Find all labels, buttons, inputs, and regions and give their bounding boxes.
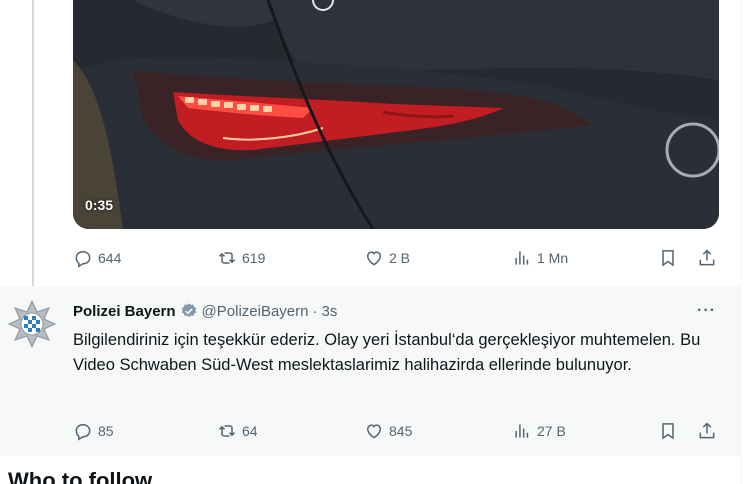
like-button[interactable]: 2 B [364,243,410,273]
timestamp[interactable]: 3s [322,303,338,320]
reply-count: 644 [98,250,122,266]
views-button[interactable]: 27 B [512,416,566,446]
more-options-icon[interactable]: ··· [697,302,716,320]
bookmark-button[interactable] [658,416,678,446]
column-divider [740,0,741,484]
reply-icon [75,251,91,268]
retweet-count: 64 [242,423,258,439]
retweet-count: 619 [242,250,266,266]
share-button[interactable] [697,243,717,273]
tweet2-action-bar: 85 64 845 27 B [73,416,723,446]
retweet-icon [218,425,236,437]
views-button[interactable]: 1 Mn [512,243,568,273]
display-name[interactable]: Polizei Bayern [73,303,176,320]
bookmark-button[interactable] [658,243,678,273]
heart-icon [366,251,382,266]
tweet-header: Polizei Bayern @PolizeiBayern · 3s [73,302,337,320]
views-count: 27 B [537,423,566,439]
share-icon [699,422,715,439]
bookmark-icon [662,250,674,267]
like-count: 845 [389,423,413,439]
bookmark-icon [662,423,674,440]
share-icon [699,249,715,266]
share-button[interactable] [697,416,717,446]
verified-badge-icon [181,303,196,318]
heart-icon [366,424,382,439]
thread-connector-line [32,0,34,292]
like-button[interactable]: 845 [364,416,412,446]
avatar[interactable] [7,299,57,349]
retweet-button[interactable]: 64 [217,416,258,446]
analytics-icon [515,251,529,265]
separator-dot: · [312,302,318,320]
analytics-icon [515,424,529,438]
reply-count: 85 [98,423,114,439]
retweet-button[interactable]: 619 [217,243,265,273]
tweet-text: Bilgilendiriniz için teşekkür ederiz. Ol… [73,331,701,374]
section-title: Who to follow [8,468,153,484]
reply-icon [75,424,91,441]
views-count: 1 Mn [537,250,569,266]
video-duration: 0:35 [85,197,114,213]
like-count: 2 B [389,250,411,266]
reply-button[interactable]: 85 [73,416,114,446]
police-star-logo-icon [7,299,57,349]
user-handle[interactable]: @PolizeiBayern [202,303,309,320]
video-frame [73,0,719,229]
reply-button[interactable]: 644 [73,243,121,273]
retweet-icon [218,252,236,264]
video-player[interactable]: 0:35 [73,0,719,229]
tweet1-action-bar: 644 619 2 B 1 Mn [73,243,723,273]
